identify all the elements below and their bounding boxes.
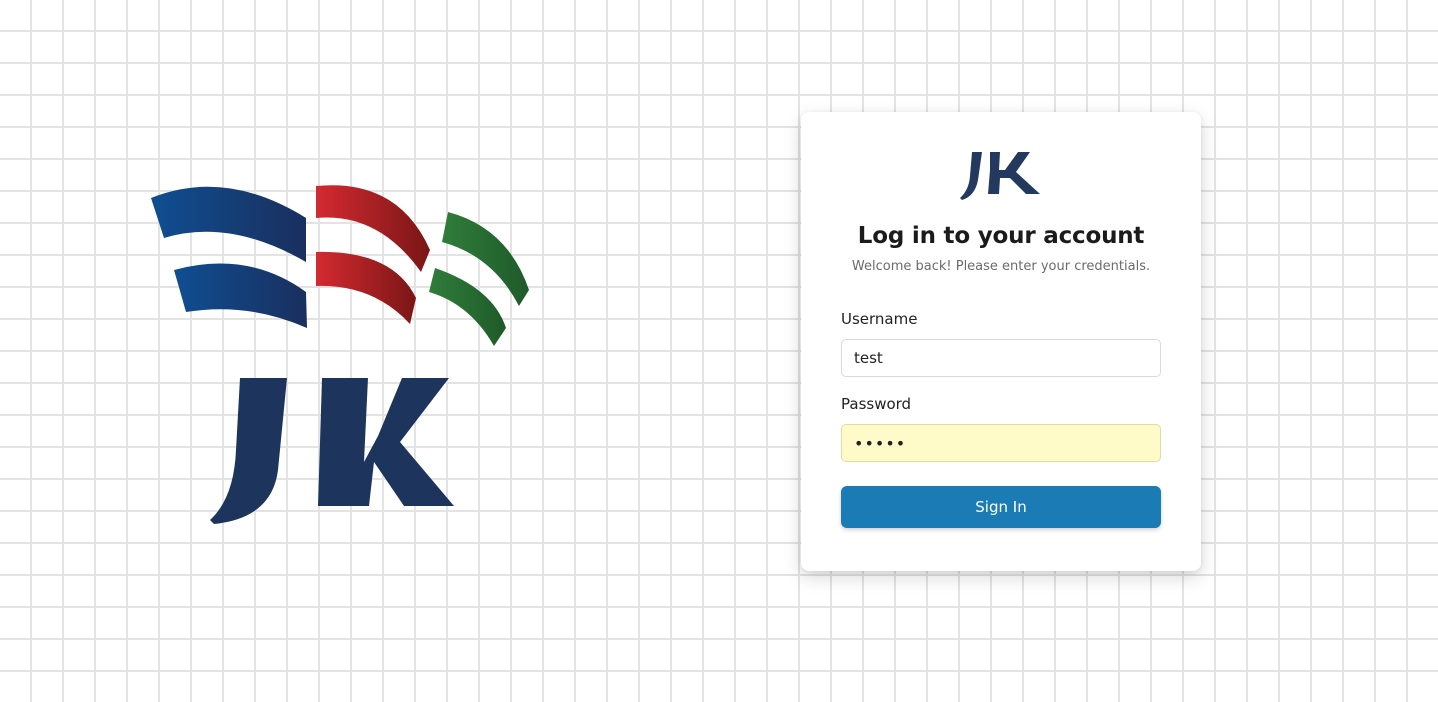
card-logo-letter-j <box>960 152 982 200</box>
red-swoosh-bottom <box>316 251 416 324</box>
page-title: Log in to your account <box>857 223 1145 249</box>
green-swoosh-bottom <box>429 268 506 346</box>
blue-swoosh-bottom <box>174 263 307 328</box>
card-logo-letter-k <box>988 152 1040 194</box>
username-input[interactable] <box>841 339 1161 377</box>
blue-swoosh-top <box>151 186 306 262</box>
brand-logo <box>151 185 529 524</box>
password-label: Password <box>841 395 912 413</box>
sign-in-button[interactable]: Sign In <box>841 486 1161 528</box>
page-subtitle: Welcome back! Please enter your credenti… <box>851 259 1151 274</box>
login-card: Log in to your account Welcome back! Ple… <box>801 112 1201 571</box>
card-logo <box>960 152 1040 200</box>
username-label: Username <box>841 310 918 328</box>
letter-j <box>210 378 287 524</box>
password-input[interactable] <box>841 424 1161 462</box>
